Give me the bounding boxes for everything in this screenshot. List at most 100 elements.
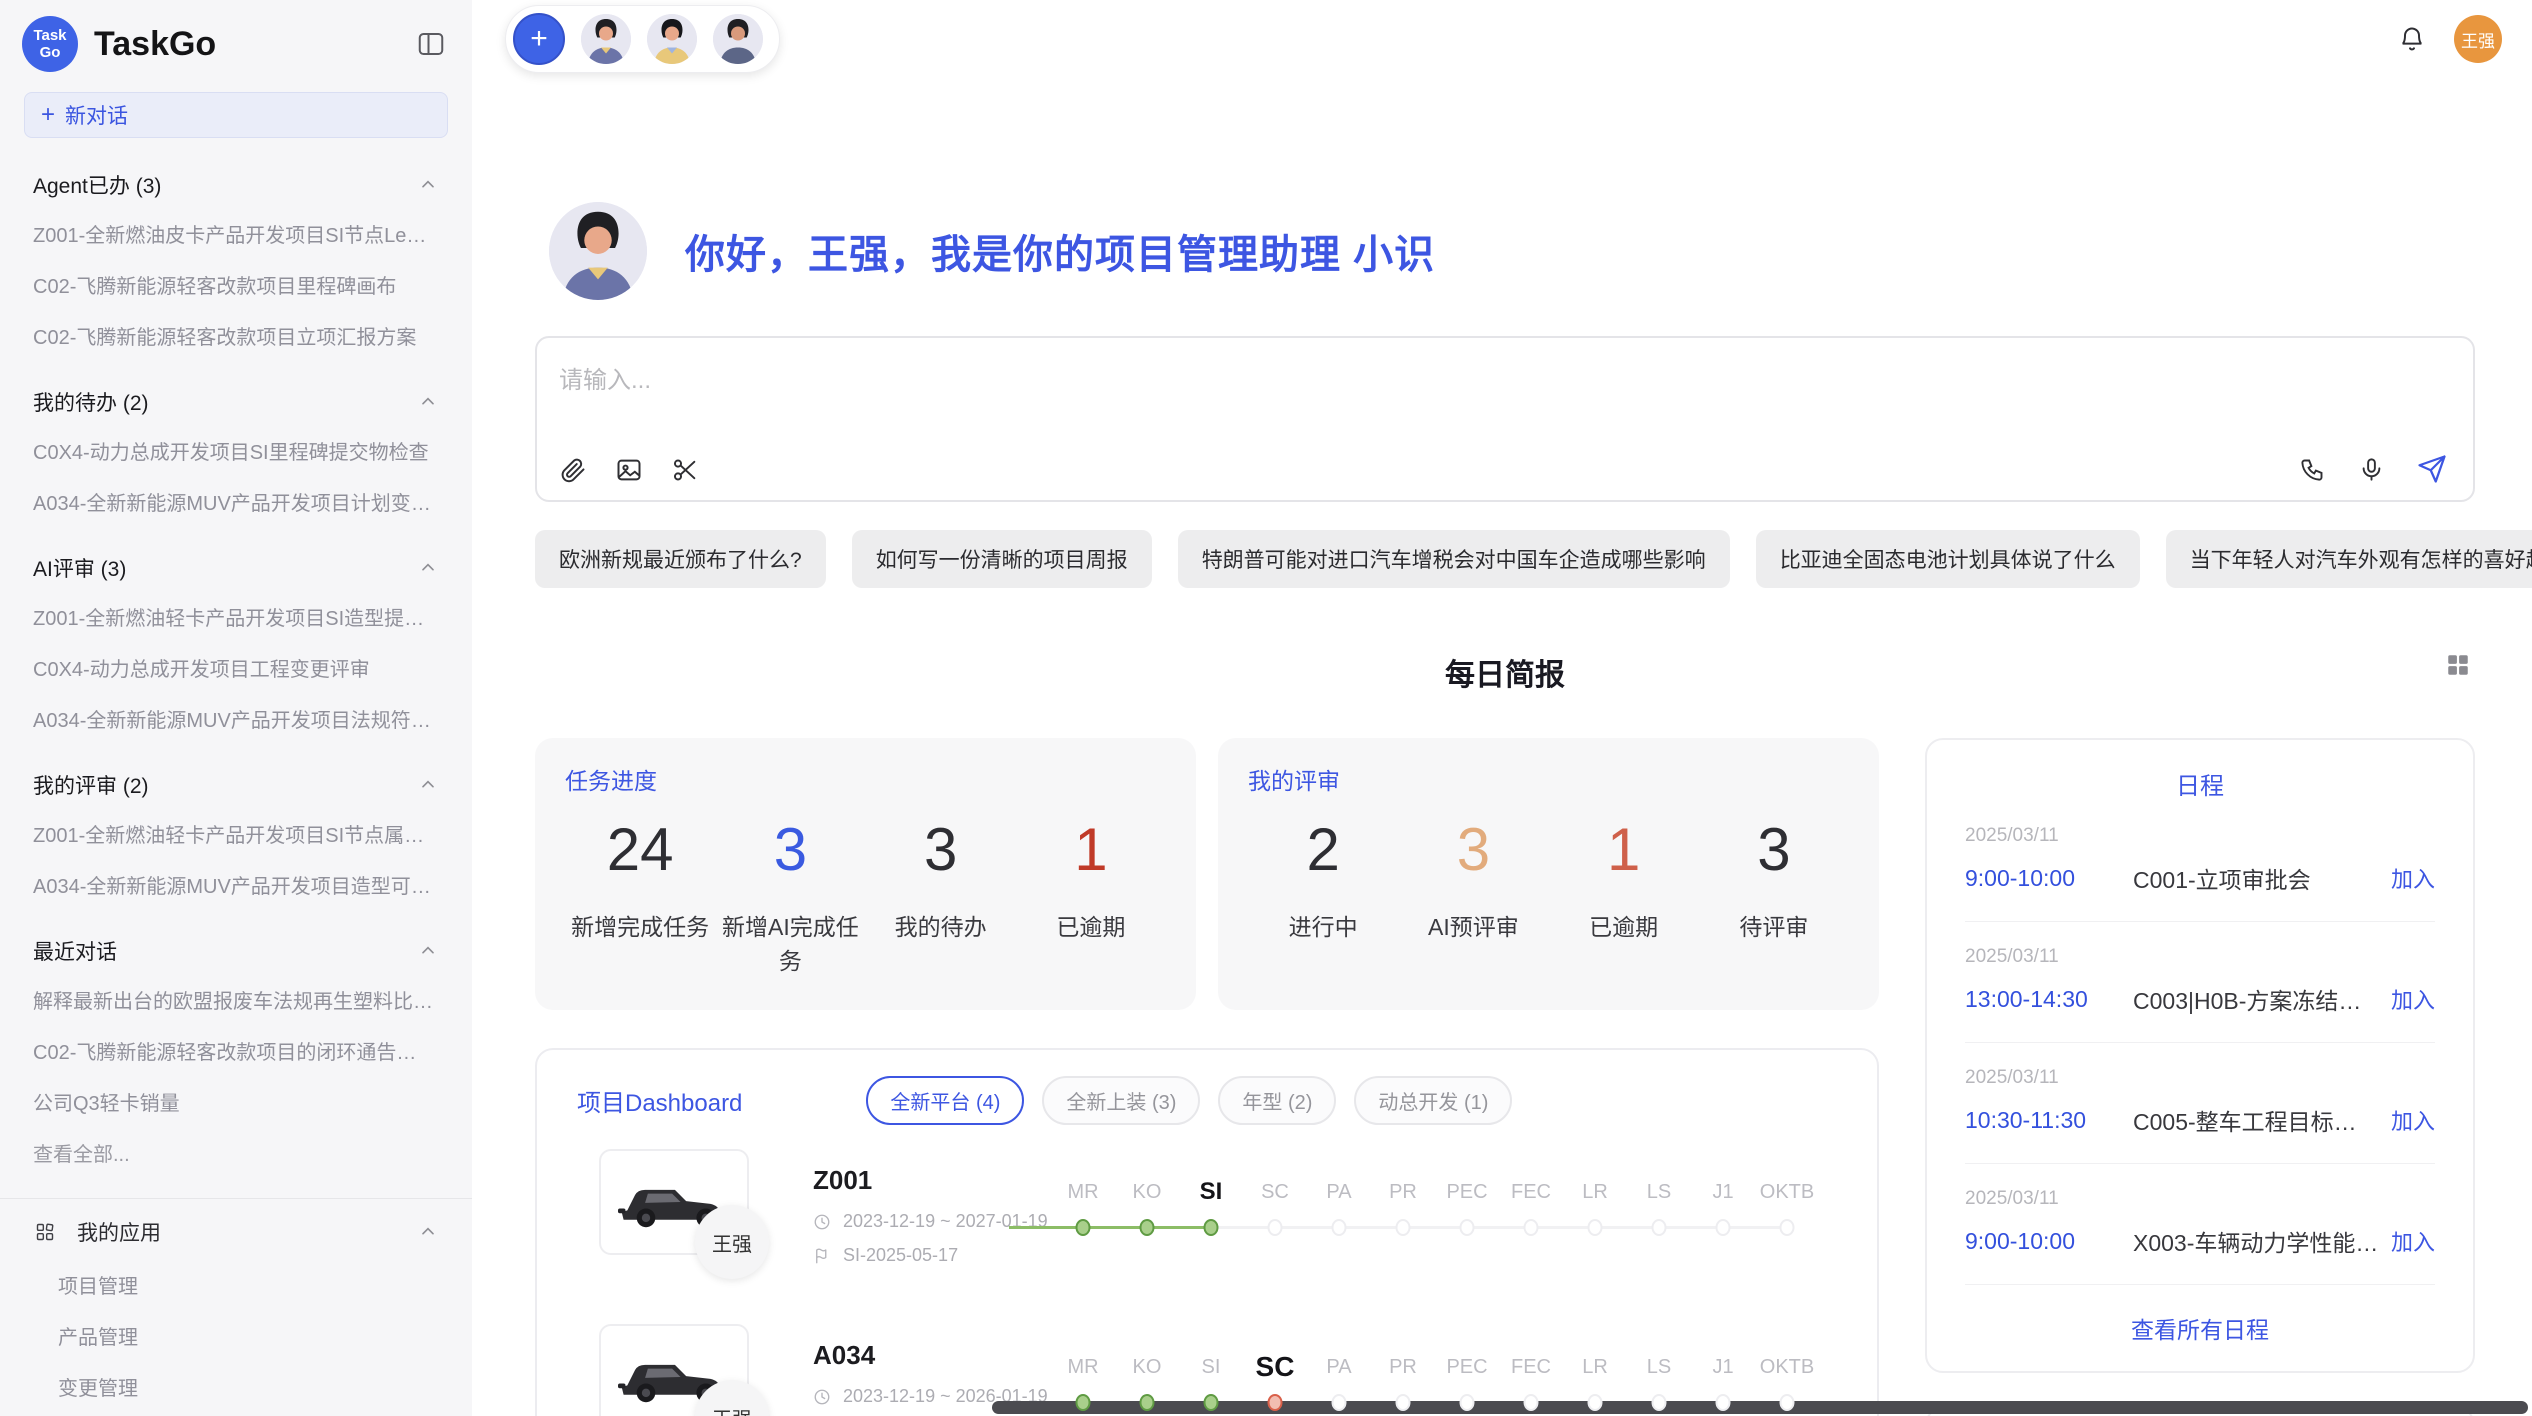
join-meeting-link[interactable]: 加入 — [2391, 1225, 2435, 1257]
milestone-dot[interactable] — [1652, 1219, 1667, 1236]
dashboard-tab[interactable]: 全新平台 (4) — [866, 1076, 1024, 1125]
join-meeting-link[interactable]: 加入 — [2391, 862, 2435, 894]
dashboard-tab[interactable]: 全新上装 (3) — [1042, 1076, 1200, 1125]
milestone-dot[interactable] — [1140, 1219, 1155, 1236]
notification-bell-icon[interactable] — [2398, 25, 2426, 53]
sidebar-conversation-item[interactable]: C0X4-动力总成开发项目工程变更评审 — [0, 642, 472, 693]
image-upload-icon[interactable] — [615, 456, 643, 484]
chevron-up-icon[interactable] — [418, 941, 438, 961]
sidebar-conversation-item[interactable]: C0X4-动力总成开发项目SI里程碑提交物检查 — [0, 425, 472, 476]
milestone-dot[interactable] — [1780, 1394, 1795, 1411]
chevron-up-icon[interactable] — [418, 175, 438, 195]
dashboard-tab[interactable]: 动总开发 (1) — [1354, 1076, 1512, 1125]
schedule-card: 日程 2025/03/119:00-10:00C001-立项审批会加入2025/… — [1925, 738, 2475, 1373]
app-submenu-item[interactable]: 查看全部.. — [0, 1412, 472, 1416]
sidebar-section-header[interactable]: 我的评审 (2) — [0, 744, 472, 808]
milestone-dot[interactable] — [1524, 1219, 1539, 1236]
sidebar-collapse-icon[interactable] — [416, 29, 446, 59]
sidebar-section-header[interactable]: Agent已办 (3) — [0, 144, 472, 208]
chat-input[interactable] — [537, 338, 2473, 438]
milestone-dot[interactable] — [1204, 1394, 1219, 1411]
stats-row: 任务进度24新增完成任务3新增AI完成任务3我的待办1已逾期我的评审2进行中3A… — [535, 738, 1879, 1010]
my-apps-submenu: 项目管理产品管理变更管理查看全部.. — [0, 1259, 472, 1416]
sidebar-conversation-item[interactable]: A034-全新新能源MUV产品开发项目法规符合性评审 — [0, 693, 472, 744]
chevron-up-icon[interactable] — [418, 775, 438, 795]
app-submenu-item[interactable]: 变更管理 — [0, 1361, 472, 1412]
project-dashboard-card: 项目Dashboard 全新平台 (4)全新上装 (3)年型 (2)动总开发 (… — [535, 1048, 1879, 1416]
milestone-dot[interactable] — [1396, 1394, 1411, 1411]
milestone-dot[interactable] — [1268, 1219, 1283, 1236]
sidebar-conversation-item[interactable]: A034-全新新能源MUV产品开发项目造型可行性评审 — [0, 859, 472, 910]
sidebar-conversation-item[interactable]: Z001-全新燃油轻卡产品开发项目SI造型提交物评审 — [0, 591, 472, 642]
sidebar-conversation-item[interactable]: A034-全新新能源MUV产品开发项目计划变更表编写 — [0, 476, 472, 527]
new-chat-button[interactable]: + 新对话 — [24, 92, 448, 138]
milestone-dot[interactable] — [1332, 1394, 1347, 1411]
join-meeting-link[interactable]: 加入 — [2391, 983, 2435, 1015]
milestone-dot[interactable] — [1716, 1219, 1731, 1236]
recent-conversation-item[interactable]: 公司Q3轻卡销量 — [0, 1076, 472, 1127]
scissors-icon[interactable] — [671, 456, 699, 484]
milestone-dot[interactable] — [1076, 1219, 1091, 1236]
sidebar-divider — [0, 1198, 472, 1199]
milestone-dot[interactable] — [1588, 1394, 1603, 1411]
milestone-dot[interactable] — [1780, 1219, 1795, 1236]
horizontal-scrollbar[interactable] — [992, 1401, 2528, 1414]
milestone-label: SC — [1243, 1177, 1307, 1207]
agent-avatar-1[interactable] — [581, 14, 631, 64]
milestone-dot[interactable] — [1716, 1394, 1731, 1411]
main-area: + 王强 你好，王强，我是你的项目管理助理 小识 — [472, 0, 2532, 1416]
send-icon[interactable] — [2417, 454, 2447, 484]
join-meeting-link[interactable]: 加入 — [2391, 1104, 2435, 1136]
recent-conversation-item[interactable]: 解释最新出台的欧盟报废车法规再生塑料比例被调至15%... — [0, 974, 472, 1025]
sidebar-recent-header[interactable]: 最近对话 — [0, 910, 472, 974]
view-all-conversations[interactable]: 查看全部... — [0, 1127, 472, 1178]
stat-item: 3新增AI完成任务 — [715, 820, 865, 976]
chevron-up-icon[interactable] — [418, 1222, 438, 1242]
sidebar-conversation-item[interactable]: Z001-全新燃油轻卡产品开发项目SI节点属性5D文件评审 — [0, 808, 472, 859]
user-avatar[interactable]: 王强 — [2454, 15, 2502, 63]
milestone-dot[interactable] — [1588, 1219, 1603, 1236]
agent-avatar-3[interactable] — [713, 14, 763, 64]
suggestion-chip[interactable]: 特朗普可能对进口汽车增税会对中国车企造成哪些影响 — [1178, 530, 1730, 588]
view-all-schedule-link[interactable]: 查看所有日程 — [1965, 1285, 2435, 1351]
event-row: 10:30-11:30C005-整车工程目标评审加入 — [1965, 1103, 2435, 1137]
microphone-icon[interactable] — [2358, 456, 2385, 483]
attachment-icon[interactable] — [559, 456, 587, 484]
app-submenu-item[interactable]: 产品管理 — [0, 1310, 472, 1361]
stat-value: 3 — [1699, 820, 1849, 880]
suggestion-chip[interactable]: 比亚迪全固态电池计划具体说了什么 — [1756, 530, 2140, 588]
milestone-dot[interactable] — [1204, 1219, 1219, 1236]
layout-grid-icon[interactable] — [2445, 652, 2471, 678]
sidebar-item-my-apps[interactable]: 我的应用 — [0, 1205, 472, 1259]
milestone-dot[interactable] — [1268, 1394, 1283, 1411]
chevron-up-icon[interactable] — [418, 392, 438, 412]
add-agent-button[interactable]: + — [513, 13, 565, 65]
milestone-dot[interactable] — [1076, 1394, 1091, 1411]
stat-value: 1 — [1549, 820, 1699, 880]
milestone-connector — [1659, 1226, 1723, 1229]
milestone: LR — [1563, 1177, 1627, 1249]
suggestion-chip[interactable]: 当下年轻人对汽车外观有怎样的喜好趋势 — [2166, 530, 2532, 588]
milestone-dot[interactable] — [1332, 1219, 1347, 1236]
app-submenu-item[interactable]: 项目管理 — [0, 1259, 472, 1310]
sidebar-section-header[interactable]: 我的待办 (2) — [0, 361, 472, 425]
milestone-dot[interactable] — [1140, 1394, 1155, 1411]
sidebar-conversation-item[interactable]: C02-飞腾新能源轻客改款项目里程碑画布 — [0, 259, 472, 310]
agent-avatar-2[interactable] — [647, 14, 697, 64]
dashboard-tab[interactable]: 年型 (2) — [1218, 1076, 1336, 1125]
sidebar-conversation-item[interactable]: C02-飞腾新能源轻客改款项目立项汇报方案 — [0, 310, 472, 361]
sidebar-conversation-item[interactable]: Z001-全新燃油皮卡产品开发项目SI节点Lesson Learn报告 — [0, 208, 472, 259]
sidebar-section-header[interactable]: AI评审 (3) — [0, 527, 472, 591]
recent-conversation-item[interactable]: C02-飞腾新能源轻客改款项目的闭环通告反馈情况 — [0, 1025, 472, 1076]
suggestion-chip[interactable]: 如何写一份清晰的项目周报 — [852, 530, 1152, 588]
event-time: 10:30-11:30 — [1965, 1107, 2133, 1134]
milestone-dot[interactable] — [1524, 1394, 1539, 1411]
milestone-connector — [1723, 1226, 1787, 1229]
suggestion-chip[interactable]: 欧洲新规最近颁布了什么? — [535, 530, 826, 588]
milestone-dot[interactable] — [1460, 1394, 1475, 1411]
chevron-up-icon[interactable] — [418, 558, 438, 578]
milestone-dot[interactable] — [1460, 1219, 1475, 1236]
phone-icon[interactable] — [2299, 456, 2326, 483]
milestone-dot[interactable] — [1396, 1219, 1411, 1236]
milestone-dot[interactable] — [1652, 1394, 1667, 1411]
